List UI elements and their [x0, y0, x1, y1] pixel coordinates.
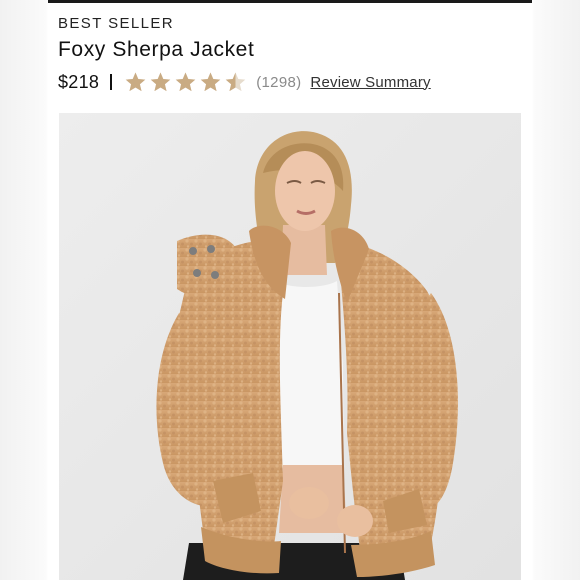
- screenshot-frame: BEST SELLER Foxy Sherpa Jacket $218 (129…: [0, 0, 580, 580]
- review-count: (1298): [256, 73, 302, 91]
- best-seller-badge: BEST SELLER: [58, 15, 175, 32]
- star-icon: [125, 72, 146, 91]
- price-rating-row: $218 (1298) Review Summary: [58, 69, 431, 95]
- star-icon: [225, 72, 246, 91]
- product-photo-illustration: [59, 113, 521, 580]
- review-summary-link[interactable]: Review Summary: [310, 74, 430, 91]
- product-card: BEST SELLER Foxy Sherpa Jacket $218 (129…: [48, 3, 532, 580]
- star-rating[interactable]: [124, 71, 249, 94]
- star-icon: [150, 72, 171, 91]
- star-icon: [175, 72, 196, 91]
- product-photo[interactable]: [59, 113, 521, 580]
- price-separator: [110, 74, 113, 90]
- product-title: Foxy Sherpa Jacket: [58, 38, 255, 61]
- star-icon: [200, 72, 221, 91]
- product-price: $218: [58, 71, 100, 92]
